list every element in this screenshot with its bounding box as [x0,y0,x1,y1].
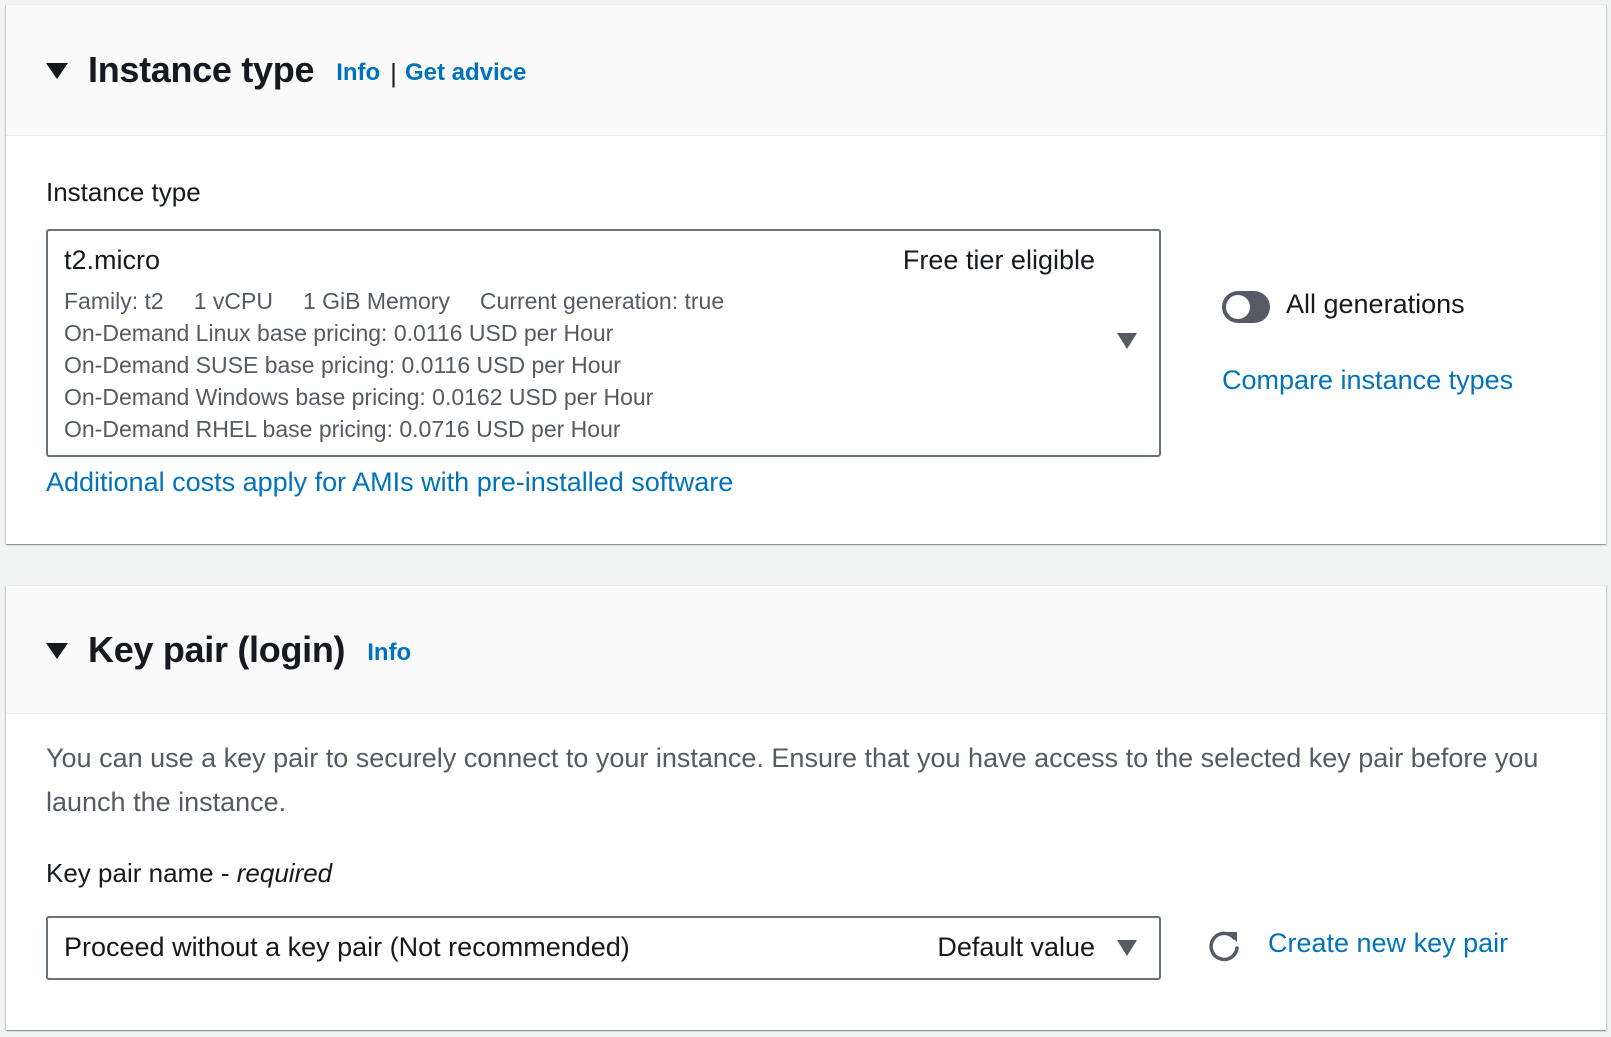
instance-type-details: Family: t2 1 vCPU 1 GiB Memory Current gene… [64,285,754,445]
free-tier-badge: Free tier eligible [902,245,1095,275]
instance-specs-row: Family: t2 1 vCPU 1 GiB Memory Current gene… [64,285,754,317]
key-pair-header[interactable]: Key pair (login) Info [6,586,1606,714]
pricing-suse: On-Demand SUSE base pricing: 0.0116 USD … [64,352,621,378]
instance-type-panel: Instance type Info | Get advice Instance… [6,4,1606,544]
spec-family: Family: t2 [64,288,164,314]
caret-down-icon[interactable] [46,642,68,659]
key-pair-description: You can use a key pair to securely conne… [46,743,1539,817]
instance-type-header[interactable]: Instance type Info | Get advice [6,5,1606,136]
pricing-rhel: On-Demand RHEL base pricing: 0.0716 USD … [64,416,621,442]
instance-type-title: Instance type [88,49,315,90]
instance-type-info-link[interactable]: Info [336,59,380,87]
all-generations-label[interactable]: All generations [1286,289,1465,320]
instance-type-field-label: Instance type [46,177,201,207]
link-separator: | [390,57,397,88]
spec-vcpu: 1 vCPU [193,288,273,314]
key-pair-selected-value: Proceed without a key pair (Not recommen… [64,932,630,962]
dropdown-arrow-icon[interactable] [1117,940,1137,956]
instance-type-name: t2.micro [64,245,161,275]
get-advice-link[interactable]: Get advice [405,59,526,87]
additional-costs-link[interactable]: Additional costs apply for AMIs with pre… [46,467,733,498]
refresh-icon[interactable] [1206,928,1242,964]
key-pair-label-text: Key pair name - [46,858,237,888]
key-pair-select[interactable]: Proceed without a key pair (Not recommen… [46,916,1161,980]
caret-down-icon[interactable] [46,63,68,79]
all-generations-toggle[interactable] [1222,291,1270,323]
spec-generation: Current generation: true [479,288,725,314]
default-value-tag: Default value [937,932,1095,962]
key-pair-field-label: Key pair name - required [46,858,332,889]
pricing-linux: On-Demand Linux base pricing: 0.0116 USD… [64,320,614,346]
key-pair-panel: Key pair (login) Info You can use a key … [6,585,1606,1030]
spec-memory: 1 GiB Memory [302,288,450,314]
instance-type-select[interactable]: t2.micro Free tier eligible Family: t2 1 … [46,229,1161,457]
dropdown-arrow-icon[interactable] [1117,333,1137,349]
key-pair-info-link[interactable]: Info [367,639,411,667]
compare-instance-types-link[interactable]: Compare instance types [1222,365,1513,396]
required-marker: required [236,858,333,888]
pricing-windows: On-Demand Windows base pricing: 0.0162 U… [64,384,654,410]
key-pair-title: Key pair (login) [88,628,346,670]
create-new-key-pair-link[interactable]: Create new key pair [1268,928,1508,959]
toggle-knob [1226,295,1250,319]
